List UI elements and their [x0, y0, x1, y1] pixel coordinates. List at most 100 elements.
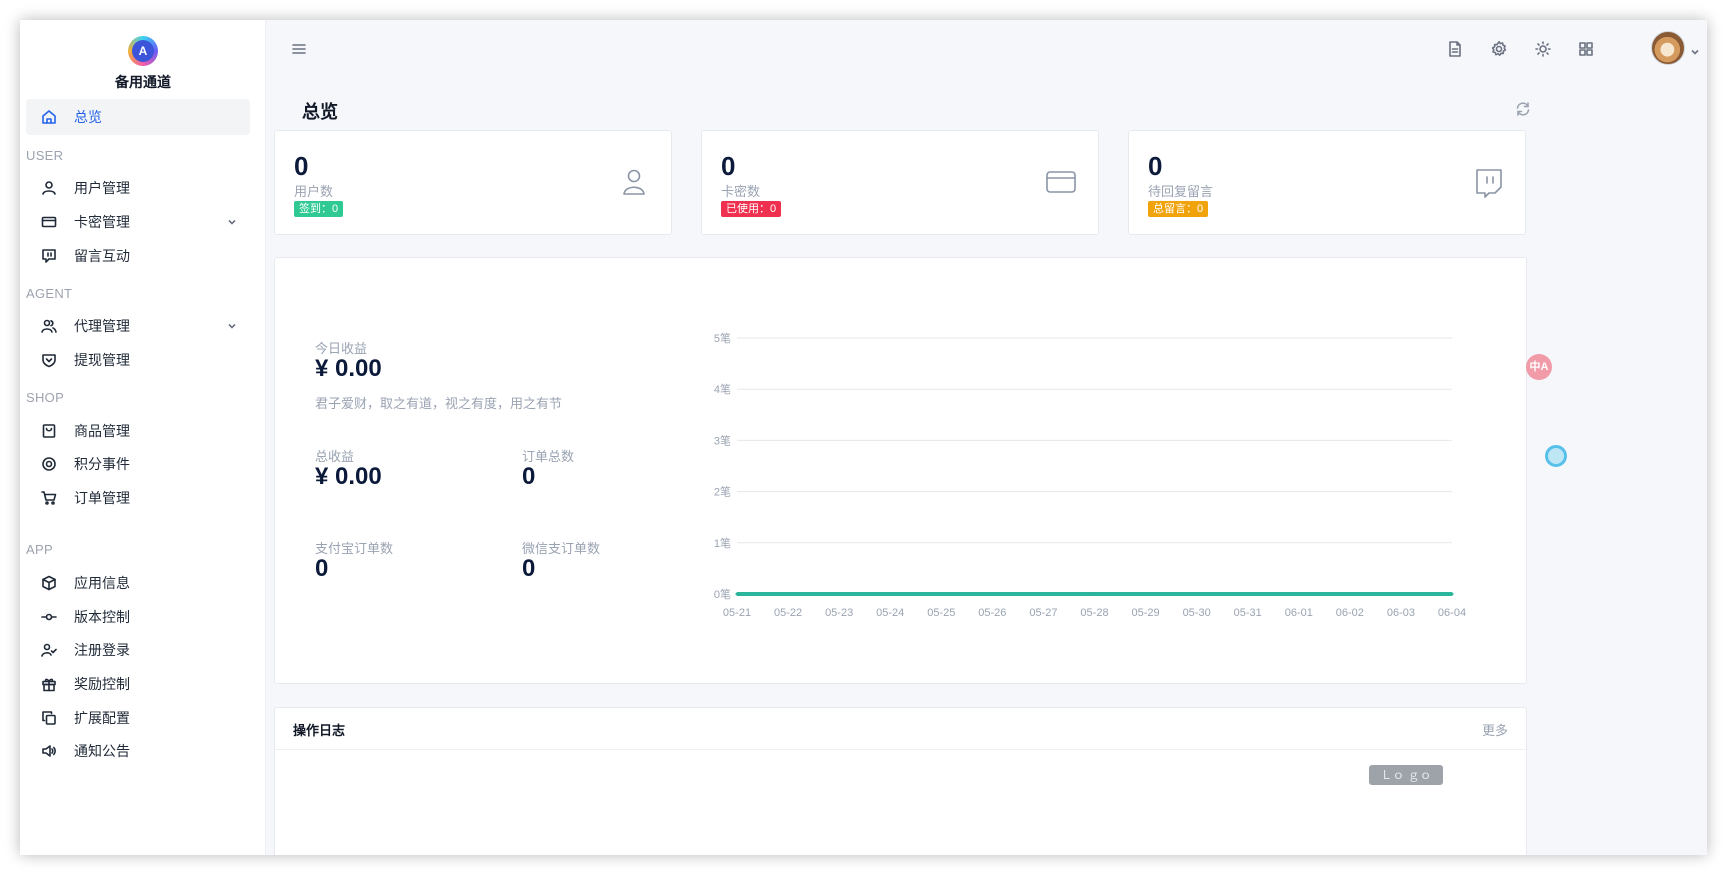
loading-chip: Ｌｏ ｇｏ — [1369, 765, 1443, 785]
bag-icon — [40, 422, 58, 440]
chevron-down-icon[interactable] — [1690, 44, 1700, 55]
status-badge: 已使用：0 — [721, 201, 782, 217]
stat-label: 待回复留言 — [1148, 184, 1214, 199]
sun-icon[interactable] — [1534, 40, 1552, 58]
section-label-agent: AGENT — [26, 286, 73, 301]
data-point — [990, 592, 994, 596]
data-point — [786, 592, 790, 596]
stat-value: 0 — [721, 151, 736, 181]
sidebar-item-notice[interactable]: 通知公告 — [26, 733, 250, 769]
data-point — [1297, 592, 1301, 596]
message-icon — [40, 247, 58, 265]
copy-icon — [40, 709, 58, 727]
topbar — [266, 20, 1707, 78]
sidebar-item-version[interactable]: 版本控制 — [26, 599, 250, 635]
operation-log-panel: 操作日志 更多 Ｌｏ ｇｏ — [274, 707, 1527, 855]
sidebar-item-withdraw[interactable]: 提现管理 — [26, 342, 250, 378]
sidebar-item-app-info[interactable]: 应用信息 — [26, 565, 250, 601]
sidebar-item-overview[interactable]: 总览 — [26, 99, 250, 135]
menu-toggle-icon[interactable] — [290, 40, 308, 58]
stat-label: 用户数 — [294, 184, 334, 199]
sidebar-item-label: 扩展配置 — [74, 710, 130, 726]
stat-value: 0 — [294, 151, 309, 181]
status-badge: 签到：0 — [294, 201, 344, 217]
x-tick-label: 06-02 — [1336, 607, 1364, 619]
data-point — [1348, 592, 1352, 596]
sidebar-item-orders[interactable]: 订单管理 — [26, 480, 250, 516]
x-tick-label: 05-25 — [927, 607, 955, 619]
sidebar-item-label: 卡密管理 — [74, 214, 130, 230]
page-title: 总览 — [302, 102, 338, 122]
order-count-value: 0 — [522, 463, 536, 490]
data-point — [1195, 592, 1199, 596]
chevron-down-icon[interactable] — [226, 319, 238, 331]
sidebar-item-messages[interactable]: 留言互动 — [26, 238, 250, 274]
commit-icon — [40, 608, 58, 626]
avatar[interactable] — [1651, 31, 1685, 65]
orders-line-chart: 0笔 1笔 2笔 3笔 4笔 5笔 05-21 05-22 05-23 05-24 05-25 05-… — [685, 318, 1475, 638]
today-revenue-value: ¥ 0.00 — [315, 355, 382, 382]
section-label-user: USER — [26, 148, 64, 163]
chart-svg: 0笔 1笔 2笔 3笔 4笔 5笔 05-21 05-22 05-23 05-24 05-25 05-… — [714, 331, 1466, 619]
cart-icon — [40, 489, 58, 507]
user-check-icon — [40, 641, 58, 659]
alipay-orders-value: 0 — [315, 555, 329, 582]
data-point — [939, 592, 943, 596]
target-icon — [40, 455, 58, 473]
sidebar-item-label: 奖励控制 — [74, 676, 130, 692]
y-tick-label: 0笔 — [714, 587, 731, 601]
stat-card-users: 0 用户数 签到：0 — [274, 130, 672, 235]
revenue-panel: 今日收益 ¥ 0.00 君子爱财，取之有道，视之有度，用之有节 总收益 ¥ 0.… — [274, 257, 1527, 684]
app-window: A 备用通道 总览 USER 用户管理 卡密管理 留言互动 AGENT 代理管理 — [20, 20, 1707, 855]
sidebar-item-label: 版本控制 — [74, 609, 130, 625]
refresh-icon[interactable] — [1514, 100, 1532, 118]
sidebar-item-cards[interactable]: 卡密管理 — [26, 204, 250, 240]
sidebar-item-label: 应用信息 — [74, 575, 130, 591]
y-tick-label: 2笔 — [714, 485, 731, 499]
sidebar-item-users[interactable]: 用户管理 — [26, 170, 250, 206]
sidebar-item-agents[interactable]: 代理管理 — [26, 308, 250, 344]
card-icon — [40, 213, 58, 231]
x-tick-label: 05-31 — [1234, 607, 1262, 619]
sidebar-item-extension[interactable]: 扩展配置 — [26, 700, 250, 736]
brand-name: 备用通道 — [115, 74, 171, 90]
sidebar-item-label: 通知公告 — [74, 743, 130, 759]
brand[interactable]: A 备用通道 — [20, 36, 266, 92]
apps-grid-icon[interactable] — [1577, 40, 1595, 58]
user-icon — [40, 179, 58, 197]
sidebar: A 备用通道 总览 USER 用户管理 卡密管理 留言互动 AGENT 代理管理 — [20, 20, 266, 855]
x-tick-label: 05-26 — [978, 607, 1006, 619]
sidebar-item-label: 注册登录 — [74, 642, 130, 658]
document-icon[interactable] — [1446, 40, 1464, 58]
assistant-bubble-icon[interactable] — [1545, 445, 1567, 467]
box-icon — [40, 574, 58, 592]
stat-label: 卡密数 — [721, 184, 761, 199]
sidebar-item-label: 提现管理 — [74, 352, 130, 368]
sidebar-item-label: 代理管理 — [74, 318, 130, 334]
user-icon — [617, 165, 651, 199]
y-tick-label: 3笔 — [714, 433, 731, 447]
sidebar-item-label: 总览 — [74, 109, 102, 125]
message-icon — [1471, 165, 1505, 199]
chevron-down-icon[interactable] — [226, 215, 238, 227]
sidebar-item-register[interactable]: 注册登录 — [26, 632, 250, 668]
data-point — [1093, 592, 1096, 596]
translate-icon[interactable]: 中A — [1526, 354, 1552, 380]
y-tick-label: 4笔 — [714, 382, 731, 396]
wechat-orders-value: 0 — [522, 555, 536, 582]
stat-card-cards: 0 卡密数 已使用：0 — [701, 130, 1099, 235]
more-link[interactable]: 更多 — [1482, 720, 1508, 739]
data-point — [1450, 592, 1454, 596]
total-revenue-value: ¥ 0.00 — [315, 463, 382, 490]
gear-icon[interactable] — [1490, 40, 1508, 58]
sidebar-item-label: 留言互动 — [74, 248, 130, 264]
data-point — [888, 592, 892, 596]
data-point — [735, 592, 739, 596]
sidebar-item-rewards[interactable]: 奖励控制 — [26, 666, 250, 702]
x-tick-label: 05-24 — [876, 607, 904, 619]
sidebar-item-products[interactable]: 商品管理 — [26, 413, 250, 449]
sidebar-item-points[interactable]: 积分事件 — [26, 446, 250, 482]
speaker-icon — [40, 742, 58, 760]
x-tick-label: 06-03 — [1387, 607, 1415, 619]
y-tick-label: 1笔 — [714, 536, 731, 550]
